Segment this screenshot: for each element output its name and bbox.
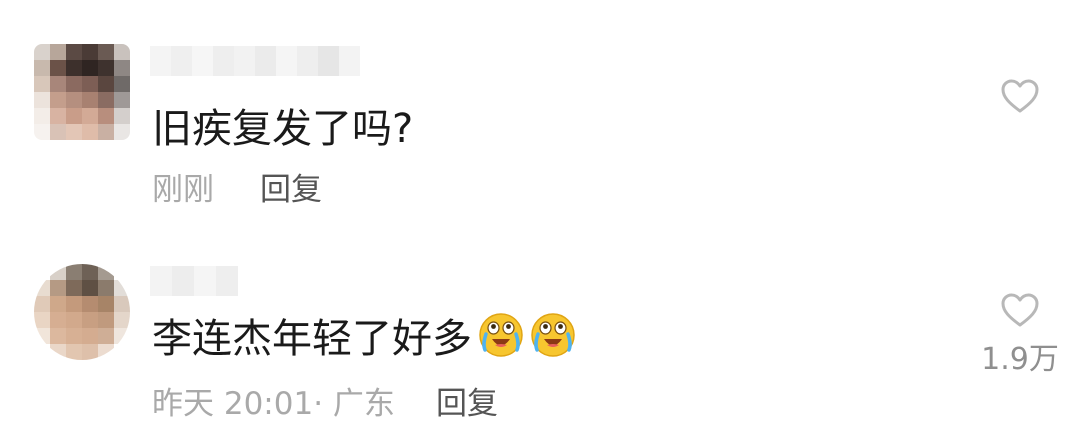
comment-list: 旧疾复发了吗? 刚刚 回复 李连杰年轻了好多 昨天 20:01· 广东 回复 1…: [0, 0, 1080, 440]
like-button[interactable]: [1000, 292, 1040, 328]
avatar[interactable]: [34, 44, 130, 140]
avatar[interactable]: [34, 264, 130, 360]
crying-laughing-emoji-icon: [479, 313, 523, 357]
heart-outline-icon: [1001, 79, 1039, 113]
like-count: 1.9万: [981, 342, 1059, 377]
comment-time: 刚刚: [152, 172, 214, 208]
comment-item: 李连杰年轻了好多 昨天 20:01· 广东 回复 1.9万: [0, 222, 1080, 440]
comment-time: 昨天 20:01·: [152, 386, 324, 422]
comment-meta: 刚刚: [152, 164, 214, 209]
comment-location: 广东: [332, 386, 395, 422]
heart-outline-icon: [1001, 293, 1039, 327]
crying-laughing-emoji-icon: [531, 313, 575, 357]
username-obscured[interactable]: [150, 266, 250, 296]
comment-text-content: 旧疾复发了吗?: [152, 106, 414, 152]
comment-meta: 昨天 20:01· 广东: [152, 378, 395, 423]
comment-text: 李连杰年轻了好多: [152, 310, 576, 362]
comment-item: 旧疾复发了吗? 刚刚 回复: [0, 0, 1080, 220]
reply-button[interactable]: 回复: [260, 164, 322, 209]
like-button[interactable]: [1000, 78, 1040, 114]
comment-text: 旧疾复发了吗?: [152, 100, 413, 152]
username-obscured[interactable]: [150, 46, 360, 76]
reply-button[interactable]: 回复: [436, 378, 498, 423]
comment-text-content: 李连杰年轻了好多: [152, 316, 472, 362]
